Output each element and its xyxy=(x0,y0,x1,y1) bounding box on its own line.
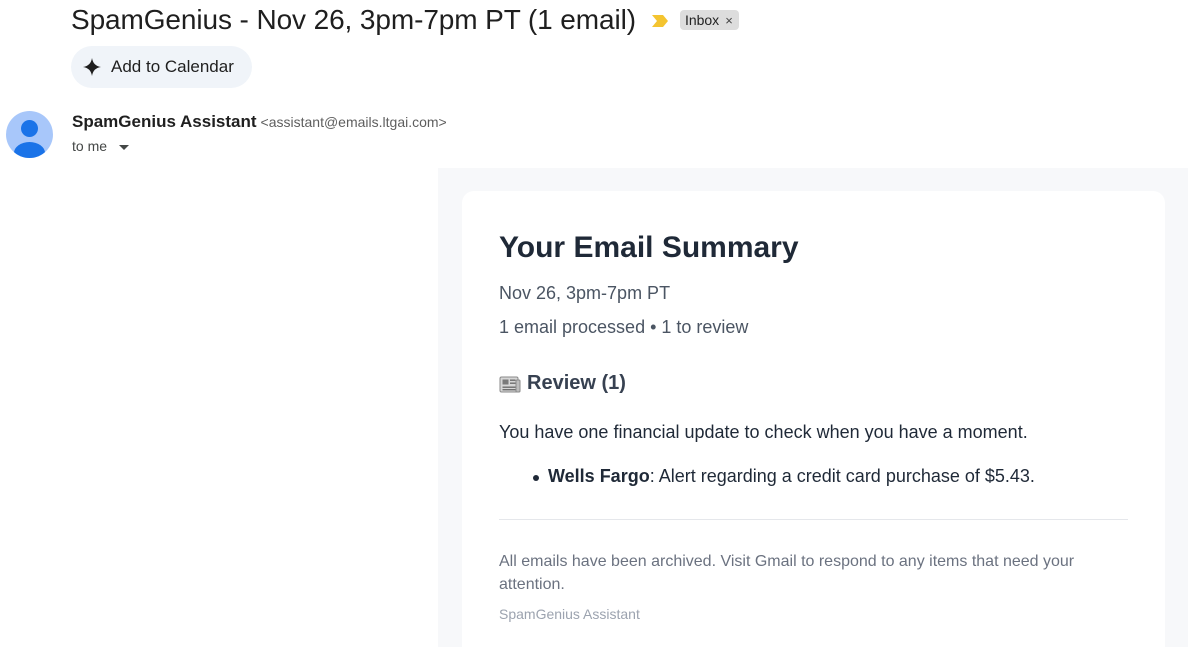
recipient-details-chevron-down-icon[interactable] xyxy=(119,144,130,150)
sender-email: <assistant@emails.ltgai.com> xyxy=(260,114,447,130)
recipient-line: to me xyxy=(72,138,130,154)
sender-avatar[interactable] xyxy=(6,111,53,158)
add-to-calendar-label: Add to Calendar xyxy=(111,57,234,76)
subject-row: SpamGenius - Nov 26, 3pm-7pm PT (1 email… xyxy=(71,2,739,38)
remove-label-button[interactable]: × xyxy=(725,13,733,28)
sender-line: SpamGenius Assistant <assistant@emails.l… xyxy=(72,112,447,132)
inbox-label-chip[interactable]: Inbox × xyxy=(679,10,739,30)
person-icon xyxy=(14,120,45,158)
divider xyxy=(499,519,1128,520)
list-item: Wells Fargo: Alert regarding a credit ca… xyxy=(533,466,1035,487)
summary-title: Your Email Summary xyxy=(499,231,799,264)
newspaper-icon xyxy=(499,375,521,393)
item-description: : Alert regarding a credit card purchase… xyxy=(649,466,1035,486)
item-sender: Wells Fargo xyxy=(548,466,650,486)
review-items-list: Wells Fargo: Alert regarding a credit ca… xyxy=(533,466,1035,487)
summary-stats: 1 email processed • 1 to review xyxy=(499,317,749,337)
email-view: SpamGenius - Nov 26, 3pm-7pm PT (1 email… xyxy=(0,0,1200,647)
footer-note: All emails have been archived. Visit Gma… xyxy=(499,553,1075,593)
label-chip-text: Inbox xyxy=(684,12,720,28)
review-section-heading: Review (1) xyxy=(499,372,626,395)
email-subject: SpamGenius - Nov 26, 3pm-7pm PT (1 email… xyxy=(71,4,636,35)
footer-signature: SpamGenius Assistant xyxy=(499,606,640,622)
recipient-text: to me xyxy=(72,138,108,154)
importance-marker-icon[interactable] xyxy=(651,14,668,27)
summary-date: Nov 26, 3pm-7pm PT xyxy=(499,283,671,303)
add-to-calendar-button[interactable]: Add to Calendar xyxy=(71,46,252,88)
review-section-title: Review (1) xyxy=(527,372,626,394)
summary-card: Your Email Summary Nov 26, 3pm-7pm PT 1 … xyxy=(462,191,1165,647)
sender-name[interactable]: SpamGenius Assistant xyxy=(72,112,257,132)
review-intro: You have one financial update to check w… xyxy=(499,422,1028,442)
sparkle-icon xyxy=(83,58,101,76)
